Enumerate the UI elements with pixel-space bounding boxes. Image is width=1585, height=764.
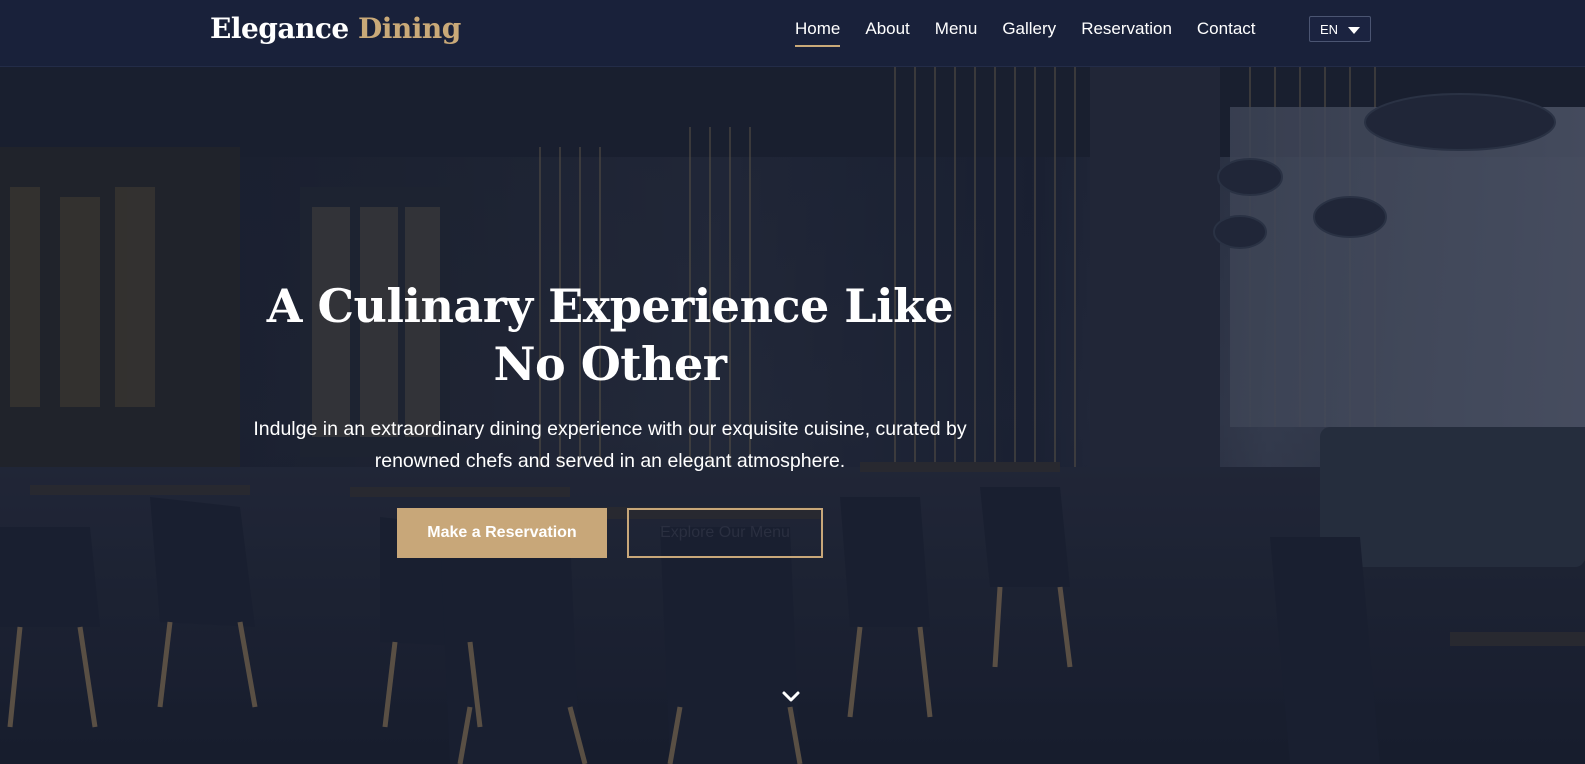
make-reservation-button[interactable]: Make a Reservation [397,508,607,558]
hero-subtitle: Indulge in an extraordinary dining exper… [253,418,967,472]
navbar: Elegance Dining Home About Menu Gallery … [0,0,1585,67]
nav-link-home[interactable]: Home [795,19,841,47]
logo[interactable]: Elegance Dining [210,12,461,45]
caret-down-icon [1348,27,1360,34]
hero-title: A Culinary Experience Like No Other [266,279,954,391]
nav-link-menu[interactable]: Menu [935,19,978,47]
nav-link-about[interactable]: About [865,19,909,47]
nav-link-contact[interactable]: Contact [1197,19,1256,47]
hero-section: A Culinary Experience Like No Other Indu… [0,67,1585,764]
language-value: EN [1320,21,1339,37]
logo-text-primary: Elegance [210,12,349,45]
language-select[interactable]: EN [1309,16,1371,42]
nav-link-gallery[interactable]: Gallery [1002,19,1056,47]
chevron-down-icon[interactable] [781,690,801,704]
nav-link-reservation[interactable]: Reservation [1081,19,1172,47]
explore-menu-button[interactable]: Explore Our Menu [627,508,823,558]
main-nav: Home About Menu Gallery Reservation Cont… [795,19,1256,47]
logo-text-accent: Dining [357,12,461,45]
